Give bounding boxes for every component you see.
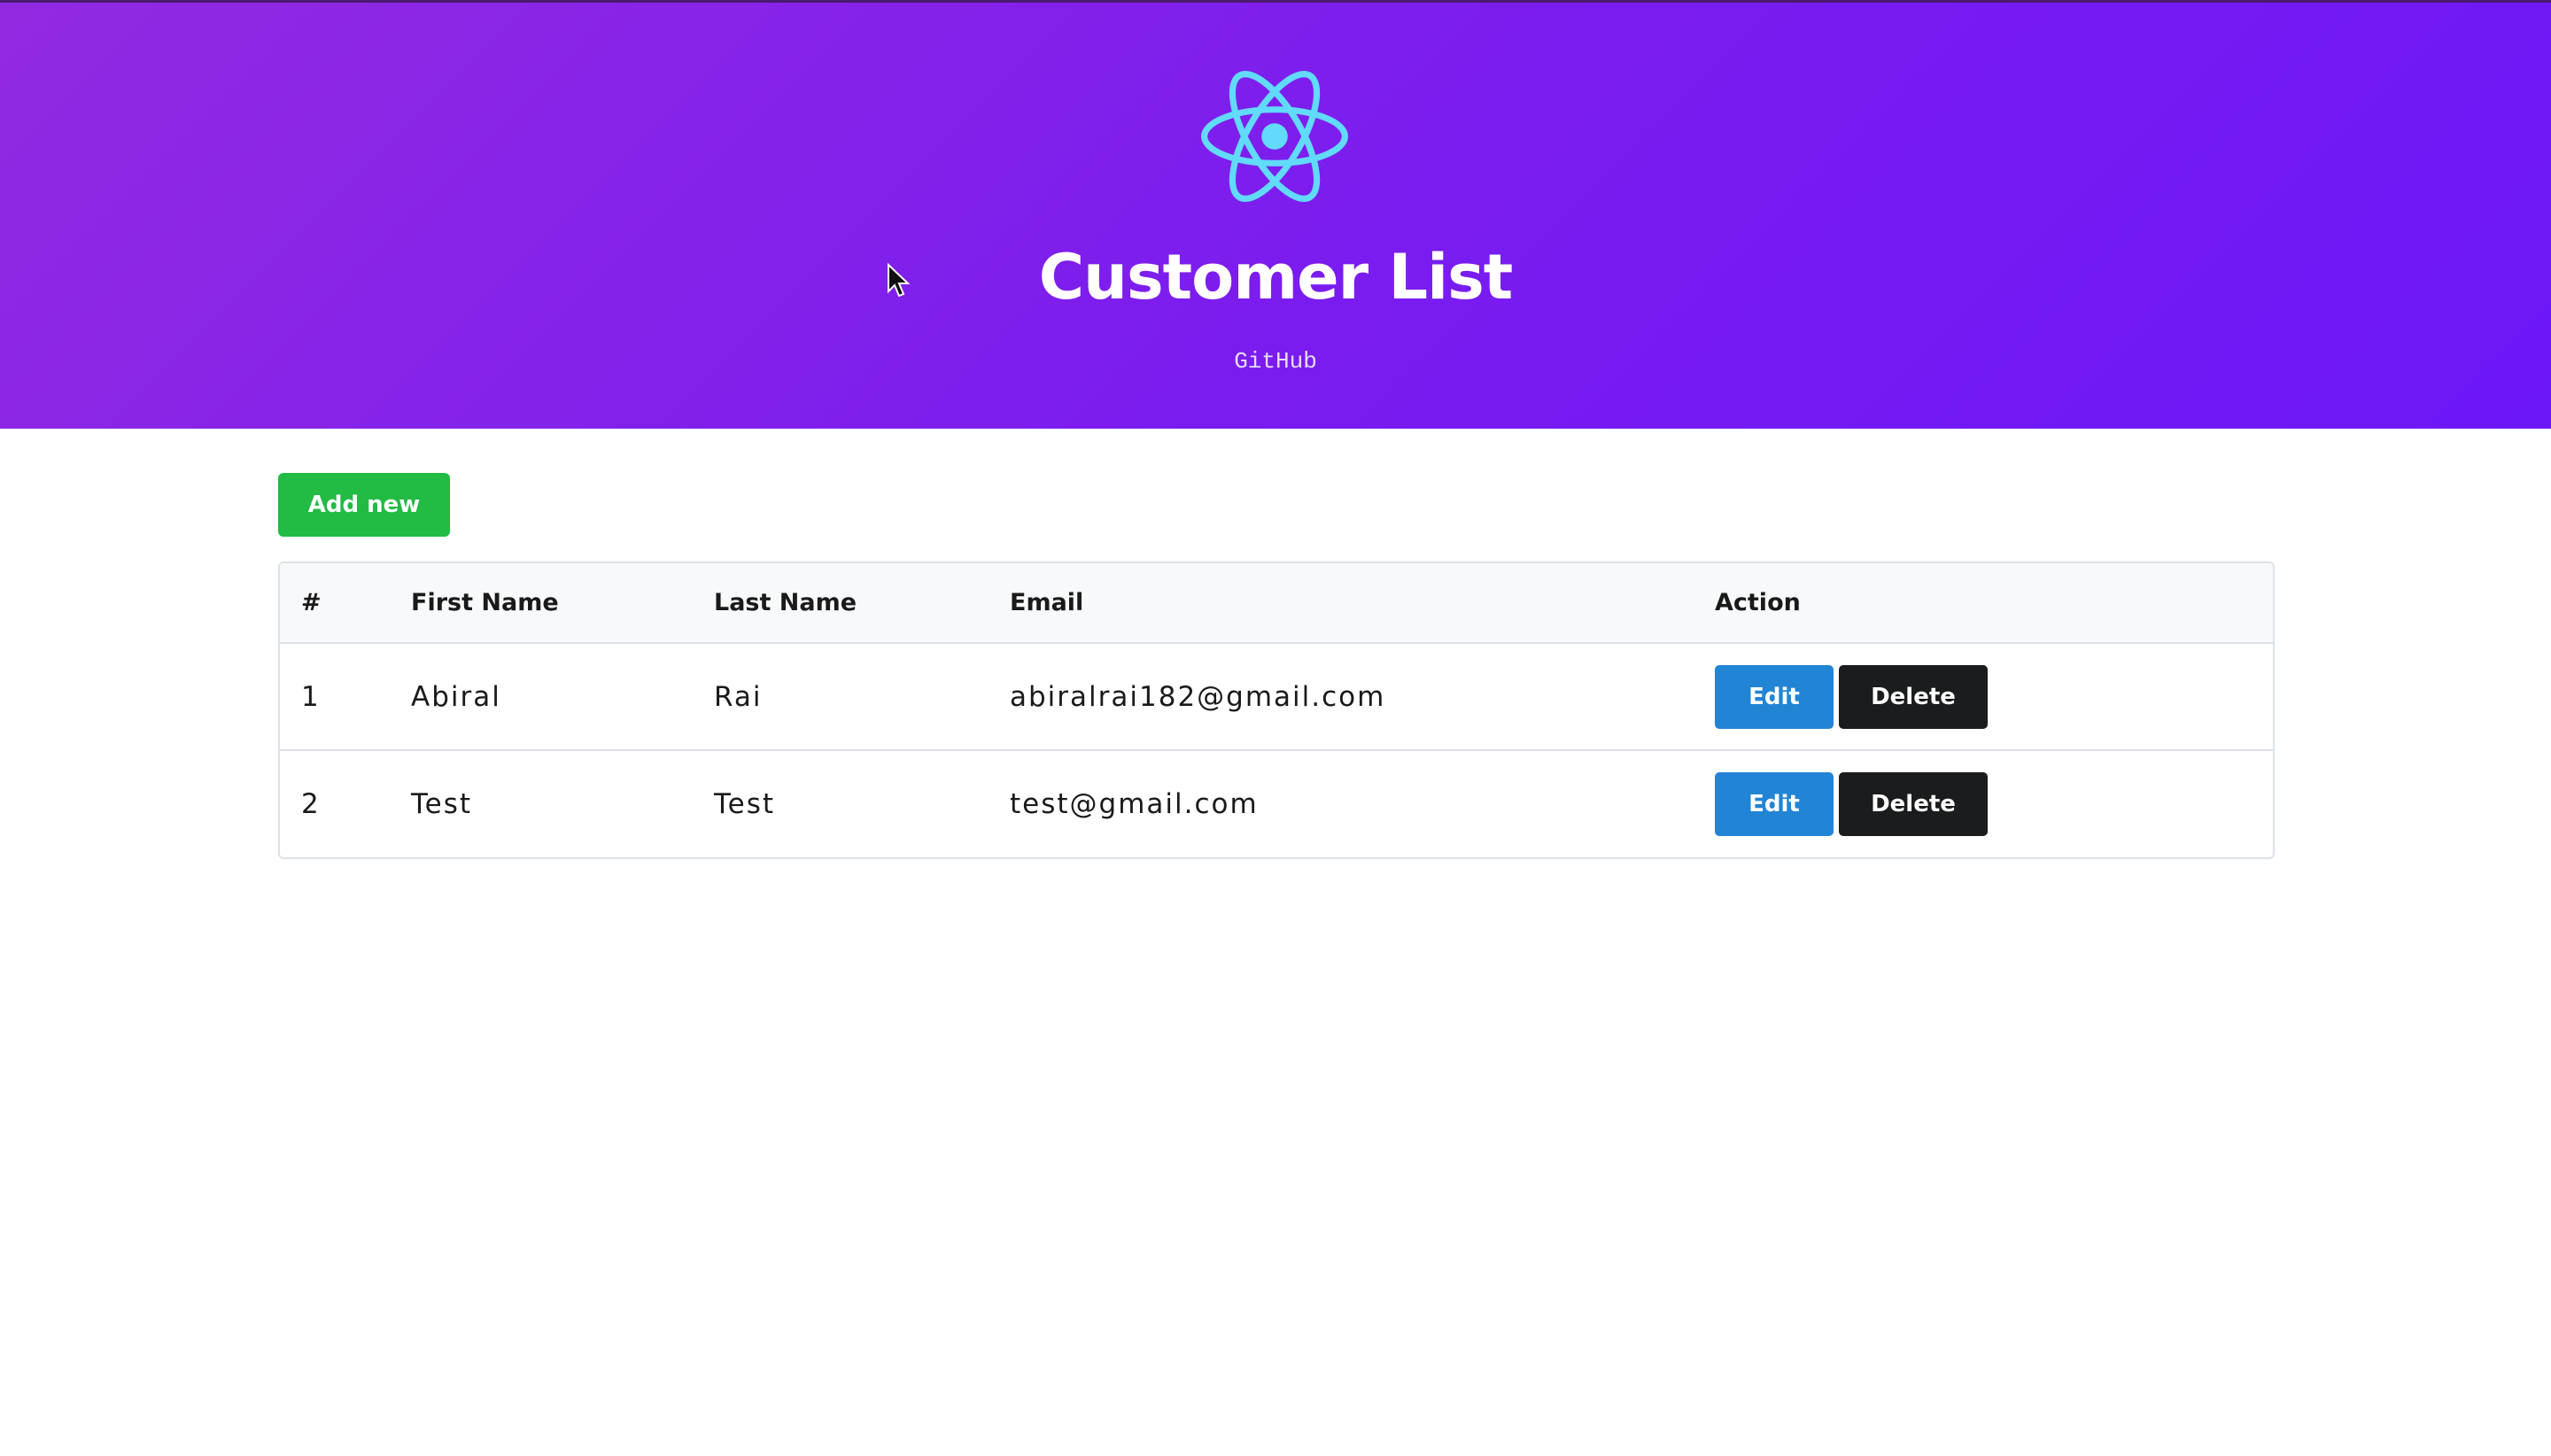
edit-button[interactable]: Edit bbox=[1715, 772, 1834, 836]
column-header-action: Action bbox=[1715, 563, 2273, 644]
cell-email: abiralrai182@gmail.com bbox=[1010, 680, 1386, 713]
column-header-email: Email bbox=[1010, 563, 1715, 644]
cell-id: 2 bbox=[280, 749, 411, 857]
delete-button[interactable]: Delete bbox=[1839, 664, 1988, 729]
table-row: 1 Abiral Rai abiralrai182@gmail.com Edit… bbox=[280, 643, 2273, 750]
cell-id: 1 bbox=[301, 680, 321, 713]
cell-last-name: Test bbox=[714, 749, 1010, 857]
github-link[interactable]: GitHub bbox=[0, 346, 2551, 376]
column-header-last-name: Last Name bbox=[714, 563, 1010, 644]
cell-email: test@gmail.com bbox=[1010, 749, 1715, 857]
delete-button[interactable]: Delete bbox=[1839, 772, 1988, 836]
react-atom-icon bbox=[1201, 70, 1348, 203]
add-new-button[interactable]: Add new bbox=[278, 473, 450, 537]
table-row: 2 Test Test test@gmail.com Edit Delete bbox=[280, 749, 2273, 857]
cell-actions: Edit Delete bbox=[1715, 749, 2273, 857]
table-header-row: # First Name Last Name Email Action bbox=[280, 563, 2273, 644]
column-header-number: # bbox=[280, 563, 411, 644]
page-title: Customer List bbox=[1038, 241, 1513, 314]
cell-actions: Edit Delete bbox=[1715, 643, 2273, 750]
edit-button[interactable]: Edit bbox=[1715, 664, 1834, 729]
mouse-cursor-icon bbox=[888, 263, 910, 298]
customer-table: # First Name Last Name Email Action 1 Ab… bbox=[278, 561, 2275, 859]
cell-last-name: Rai bbox=[714, 680, 763, 713]
page-header: Customer List GitHub bbox=[0, 0, 2551, 429]
column-header-first-name: First Name bbox=[411, 563, 714, 644]
cell-first-name: Abiral bbox=[411, 680, 501, 713]
cell-first-name: Test bbox=[411, 749, 714, 857]
